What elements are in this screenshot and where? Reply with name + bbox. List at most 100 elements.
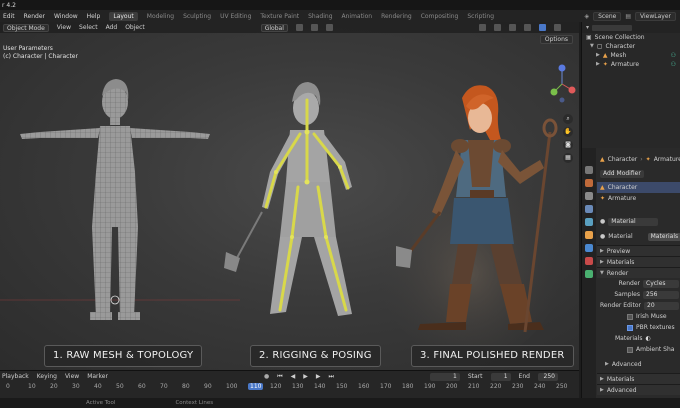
checkbox[interactable] [627, 324, 633, 331]
outliner-item-armature[interactable]: ▶ ✦ Armature ⚇ [582, 60, 680, 69]
tab-modeling[interactable]: Modeling [147, 13, 174, 20]
tab-compositing[interactable]: Compositing [421, 13, 459, 20]
tab-texture-paint[interactable]: Texture Paint [260, 13, 299, 20]
tab-rendering[interactable]: Rendering [381, 13, 412, 20]
panel-render[interactable]: ▼ Render [597, 267, 680, 278]
panel-materials-bottom[interactable]: ▶ Materials [597, 373, 680, 384]
end-frame-field[interactable]: 250 [537, 372, 558, 381]
timeline-ruler[interactable]: 0 10 20 30 40 50 60 70 80 90 100 110 120 130 140 150 160… [0, 383, 579, 393]
modifier-item-character[interactable]: ▲ Character [597, 182, 680, 193]
outliner-item-character[interactable]: ▼ ▢ Character [582, 42, 680, 51]
timeline-tick-label: 10 [28, 383, 36, 390]
timeline-tick-label: 90 [204, 383, 212, 390]
panel-materials[interactable]: ▶ Materials [597, 256, 680, 267]
tab-shading[interactable]: Shading [308, 13, 332, 20]
outliner-scene-collection[interactable]: ▣ Scene Collection [582, 33, 680, 42]
start-frame-field[interactable]: 1 [490, 372, 511, 381]
modifier-tab-icon[interactable] [585, 244, 593, 252]
outliner-search-input[interactable] [592, 24, 633, 31]
scene-tab-icon[interactable] [585, 205, 593, 213]
outliner-item-mesh[interactable]: ▶ ▲ Mesh ⚇ [582, 51, 680, 60]
modifier-item-armature[interactable]: ✦ Armature [597, 193, 680, 204]
material-tab-icon[interactable] [585, 257, 593, 265]
tab-uv-editing[interactable]: UV Editing [220, 13, 251, 20]
render-engine-dropdown[interactable]: Cycles [643, 279, 679, 288]
timeline-tick-label: 210 [468, 383, 480, 390]
check-row-2[interactable]: PBR textures [597, 322, 680, 333]
object-icon: ▲ [600, 184, 605, 191]
grid-icon[interactable]: ▦ [563, 153, 573, 163]
world-tab-icon[interactable] [585, 218, 593, 226]
zoom-icon[interactable]: ⌕ [563, 114, 573, 124]
current-frame-field[interactable]: 1 [429, 372, 460, 381]
menu-marker[interactable]: Marker [87, 373, 108, 380]
play-icon[interactable]: ▶ [303, 373, 308, 380]
record-icon[interactable]: ● [264, 373, 269, 380]
toggle-icon[interactable]: ◐ [646, 333, 651, 344]
caption-rigging: 2. RIGGING & POSING [250, 345, 381, 367]
armature-icon: ✦ [645, 156, 651, 163]
panel-preview[interactable]: ▶ Preview [597, 245, 680, 256]
tab-animation[interactable]: Animation [342, 13, 373, 20]
expand-icon[interactable]: ▼ [590, 42, 594, 51]
camera-icon[interactable]: ◙ [563, 140, 573, 150]
timeline-tick-label: 30 [72, 383, 80, 390]
add-modifier-button[interactable]: Add Modifier [597, 168, 680, 179]
tab-layout[interactable]: Layout [109, 11, 138, 21]
properties-tabs [582, 148, 596, 408]
scene-selectors: ◈ Scene ▤ ViewLayer [584, 10, 676, 22]
filter-icon[interactable]: ▾ [586, 22, 589, 33]
tab-materials[interactable]: Materials [647, 232, 680, 241]
render-editor-field[interactable]: 20 [644, 301, 679, 310]
samples-row: Samples 256 [597, 289, 680, 300]
timeline-tick-label: 230 [512, 383, 524, 390]
panel-advanced-bottom[interactable]: ▶ Advanced [597, 384, 680, 395]
timeline-tick-label: 0 [6, 383, 10, 390]
menu-help[interactable]: Help [87, 13, 101, 20]
material-sphere-icon: ● [600, 218, 606, 225]
tab-material[interactable]: Material [608, 231, 632, 242]
timeline-tick-label: 50 [116, 383, 124, 390]
timeline-tick-label: 120 [270, 383, 282, 390]
3d-viewport[interactable]: Object Mode View Select Add Object Globa… [0, 22, 579, 370]
navigation-tools: ⌕ ✋ ◙ ▦ [563, 114, 573, 163]
object-tab-icon[interactable] [585, 231, 593, 239]
expand-icon[interactable]: ▶ [596, 60, 600, 69]
output-tab-icon[interactable] [585, 192, 593, 200]
tab-sculpting[interactable]: Sculpting [183, 13, 211, 20]
checkbox[interactable] [627, 346, 633, 353]
scene-field[interactable]: Scene [593, 11, 622, 21]
menu-playback[interactable]: Playback [2, 373, 29, 380]
view-layer-field[interactable]: ViewLayer [635, 11, 676, 21]
menu-view[interactable]: View [65, 373, 79, 380]
samples-field[interactable]: 256 [643, 290, 679, 299]
navigation-gizmo[interactable] [548, 62, 576, 104]
mesh-icon: ▲ [602, 52, 608, 59]
check-row-3[interactable]: Ambient Sha [597, 344, 680, 355]
app-title: r 4.2 [2, 1, 16, 9]
material-sphere-icon: ● [600, 233, 606, 240]
jump-end-icon[interactable]: ⏭ [328, 373, 333, 381]
timeline-tick-label: 190 [424, 383, 436, 390]
menu-edit[interactable]: Edit [3, 13, 15, 20]
render-tab-icon[interactable] [585, 179, 593, 187]
jump-start-icon[interactable]: ⏮ [277, 373, 282, 381]
checkbox[interactable] [627, 313, 633, 320]
material-slot-row[interactable]: ● Material [597, 216, 680, 227]
tab-scripting[interactable]: Scripting [467, 13, 494, 20]
step-forward-icon[interactable]: ▶ [316, 373, 321, 380]
subpanel-advanced[interactable]: ▶ Advanced [597, 359, 680, 370]
pan-hand-icon[interactable]: ✋ [563, 127, 573, 137]
expand-icon[interactable]: ▶ [596, 51, 600, 60]
data-tab-icon[interactable] [585, 270, 593, 278]
tool-tab-icon[interactable] [585, 166, 593, 174]
final-render-figure [375, 85, 565, 362]
timeline-panel: Playback Keying View Marker ● ⏮ ◀ ▶ ▶ ⏭ … [0, 370, 579, 398]
check-row-1[interactable]: Irish Muse [597, 311, 680, 322]
status-active-tool: Active Tool [86, 400, 116, 406]
step-back-icon[interactable]: ◀ [291, 373, 296, 380]
menu-keying[interactable]: Keying [37, 373, 57, 380]
menu-window[interactable]: Window [54, 13, 78, 20]
material-slot-field[interactable]: Material [608, 217, 659, 226]
menu-render[interactable]: Render [24, 13, 45, 20]
